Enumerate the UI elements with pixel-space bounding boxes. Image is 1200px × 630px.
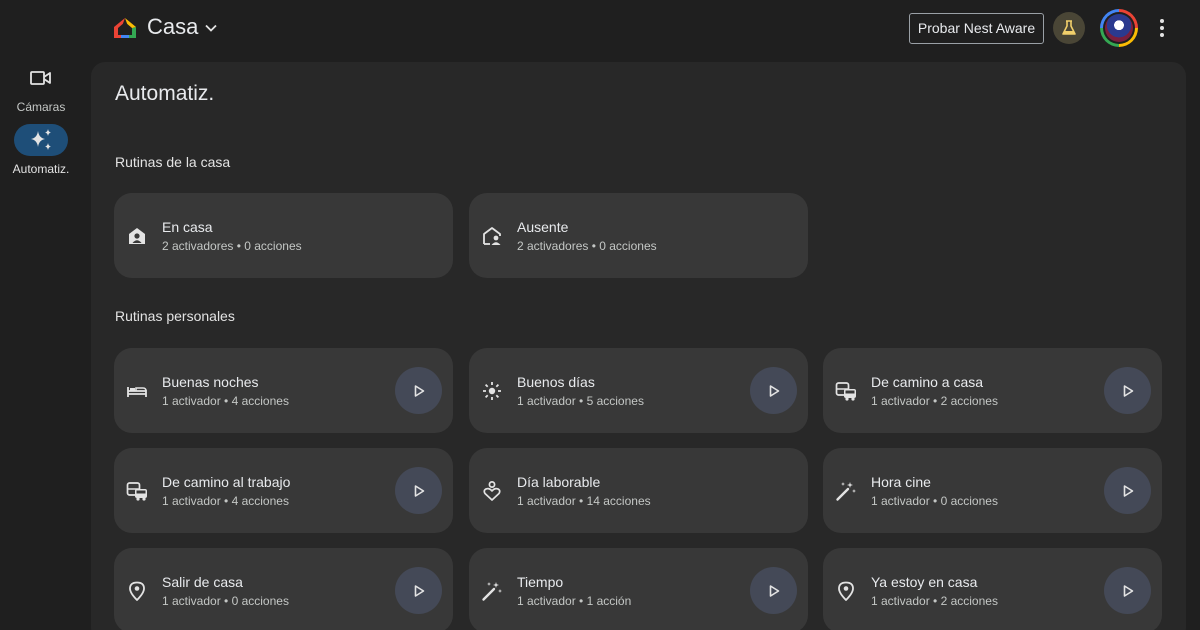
routine-card-hora-cine[interactable]: Hora cine 1 activador • 0 acciones — [823, 448, 1162, 533]
routine-card-dia-laborable[interactable]: Día laborable 1 activador • 14 acciones — [469, 448, 808, 533]
play-icon — [412, 484, 426, 498]
labs-button[interactable] — [1053, 12, 1085, 44]
play-icon — [767, 584, 781, 598]
app-root: Casa Probar Nest Aware Cámaras Automatiz… — [0, 0, 1200, 630]
sidebar-item-cameras[interactable]: Cámaras — [0, 62, 82, 114]
play-routine-button[interactable] — [750, 367, 797, 414]
commute-icon — [835, 380, 857, 402]
routine-card-de-camino-al-trabajo[interactable]: De camino al trabajo 1 activador • 4 acc… — [114, 448, 453, 533]
bed-icon — [126, 380, 148, 402]
routine-summary: 1 activador • 1 acción — [517, 594, 632, 608]
routine-title: En casa — [162, 219, 213, 235]
sparkle-icon — [14, 124, 68, 156]
sidebar-nav: Cámaras Automatiz. — [0, 58, 82, 630]
page-title: Automatiz. — [115, 82, 215, 105]
play-routine-button[interactable] — [1104, 467, 1151, 514]
self-care-icon — [481, 480, 503, 502]
sidebar-item-label: Cámaras — [16, 100, 66, 114]
play-routine-button[interactable] — [1104, 367, 1151, 414]
household-routines-heading: Rutinas de la casa — [115, 154, 231, 170]
sidebar-item-automations[interactable]: Automatiz. — [0, 124, 82, 176]
try-nest-aware-button[interactable]: Probar Nest Aware — [909, 13, 1044, 44]
routine-summary: 1 activador • 2 acciones — [871, 394, 998, 408]
routine-summary: 1 activador • 4 acciones — [162, 394, 289, 408]
routine-summary: 2 activadores • 0 acciones — [162, 239, 302, 253]
routine-title: Hora cine — [871, 474, 931, 490]
routine-title: De camino a casa — [871, 374, 984, 390]
camera-icon — [14, 62, 68, 94]
location-pin-icon — [126, 580, 148, 602]
play-routine-button[interactable] — [395, 467, 442, 514]
labs-flask-icon — [1060, 19, 1078, 37]
sidebar-item-label: Automatiz. — [12, 162, 70, 176]
main-panel: Automatiz. Rutinas de la casa En casa 2 … — [91, 62, 1186, 630]
routine-title: Ya estoy en casa — [871, 574, 978, 590]
routine-card-tiempo[interactable]: Tiempo 1 activador • 1 acción — [469, 548, 808, 630]
home-person-icon — [126, 225, 148, 247]
play-icon — [412, 584, 426, 598]
routine-title: Buenos días — [517, 374, 595, 390]
routine-card-ya-estoy-en-casa[interactable]: Ya estoy en casa 1 activador • 2 accione… — [823, 548, 1162, 630]
google-home-logo-icon — [112, 16, 138, 40]
routine-title: Tiempo — [517, 574, 564, 590]
away-person-icon — [481, 225, 503, 247]
routine-summary: 1 activador • 0 acciones — [871, 494, 998, 508]
account-avatar[interactable] — [1100, 9, 1138, 47]
commute-icon — [126, 480, 148, 502]
routine-summary: 1 activador • 4 acciones — [162, 494, 289, 508]
play-icon — [1121, 584, 1135, 598]
routine-title: Salir de casa — [162, 574, 243, 590]
routine-card-buenos-dias[interactable]: Buenos días 1 activador • 5 acciones — [469, 348, 808, 433]
play-routine-button[interactable] — [1104, 567, 1151, 614]
routine-card-salir-de-casa[interactable]: Salir de casa 1 activador • 0 acciones — [114, 548, 453, 630]
play-icon — [1121, 384, 1135, 398]
routine-summary: 2 activadores • 0 acciones — [517, 239, 657, 253]
routine-title: Día laborable — [517, 474, 601, 490]
routine-title: Buenas noches — [162, 374, 259, 390]
routine-card-de-camino-a-casa[interactable]: De camino a casa 1 activador • 2 accione… — [823, 348, 1162, 433]
routine-card-buenas-noches[interactable]: Buenas noches 1 activador • 4 acciones — [114, 348, 453, 433]
routine-summary: 1 activador • 0 acciones — [162, 594, 289, 608]
routine-summary: 1 activador • 5 acciones — [517, 394, 644, 408]
magic-wand-icon — [481, 580, 503, 602]
magic-wand-icon — [835, 480, 857, 502]
play-routine-button[interactable] — [395, 567, 442, 614]
personal-routines-heading: Rutinas personales — [115, 308, 235, 324]
play-icon — [767, 384, 781, 398]
play-icon — [1121, 484, 1135, 498]
home-name[interactable]: Casa — [147, 14, 198, 40]
routine-title: Ausente — [517, 219, 569, 235]
play-icon — [412, 384, 426, 398]
routine-summary: 1 activador • 2 acciones — [871, 594, 998, 608]
location-pin-icon — [835, 580, 857, 602]
routine-card-en-casa[interactable]: En casa 2 activadores • 0 acciones — [114, 193, 453, 278]
top-bar: Casa Probar Nest Aware — [0, 0, 1200, 58]
routine-summary: 1 activador • 14 acciones — [517, 494, 651, 508]
more-vert-icon[interactable] — [1152, 16, 1172, 40]
sun-icon — [481, 380, 503, 402]
play-routine-button[interactable] — [395, 367, 442, 414]
chevron-down-icon[interactable] — [203, 20, 219, 36]
routine-card-ausente[interactable]: Ausente 2 activadores • 0 acciones — [469, 193, 808, 278]
routine-title: De camino al trabajo — [162, 474, 291, 490]
play-routine-button[interactable] — [750, 567, 797, 614]
